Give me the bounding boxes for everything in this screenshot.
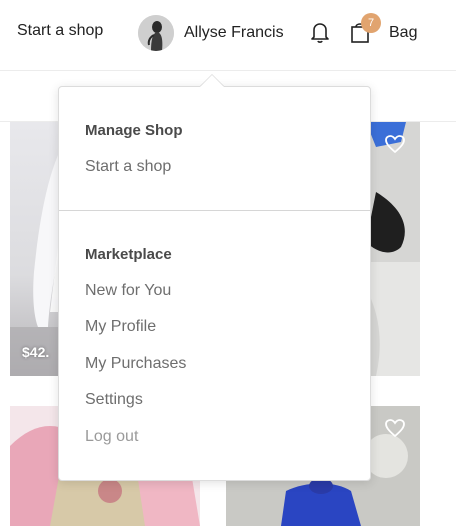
heart-icon[interactable]: [384, 133, 406, 155]
menu-item-my-profile[interactable]: My Profile: [85, 318, 156, 336]
top-navigation-bar: Start a shop Allyse Francis 7 Bag: [0, 0, 456, 71]
product-price: $42.: [22, 344, 50, 360]
menu-item-new-for-you[interactable]: New for You: [85, 282, 171, 300]
manage-shop-heading: Manage Shop: [85, 122, 183, 139]
menu-item-settings[interactable]: Settings: [85, 391, 143, 409]
bag-count-badge: 7: [361, 13, 381, 33]
user-name-link[interactable]: Allyse Francis: [184, 24, 284, 42]
bag-link[interactable]: Bag: [389, 24, 417, 42]
user-photo: [138, 15, 174, 51]
bell-icon[interactable]: [306, 18, 334, 46]
account-dropdown-menu: Manage Shop Start a shop Marketplace New…: [58, 86, 371, 481]
menu-item-my-purchases[interactable]: My Purchases: [85, 355, 186, 373]
menu-item-log-out[interactable]: Log out: [85, 428, 138, 446]
menu-divider: [59, 210, 370, 211]
dropdown-caret-fill: [200, 75, 224, 87]
heart-icon[interactable]: [384, 417, 406, 439]
menu-item-start-a-shop[interactable]: Start a shop: [85, 158, 171, 176]
marketplace-heading: Marketplace: [85, 246, 172, 263]
start-a-shop-link[interactable]: Start a shop: [17, 22, 103, 40]
avatar[interactable]: [138, 15, 174, 51]
